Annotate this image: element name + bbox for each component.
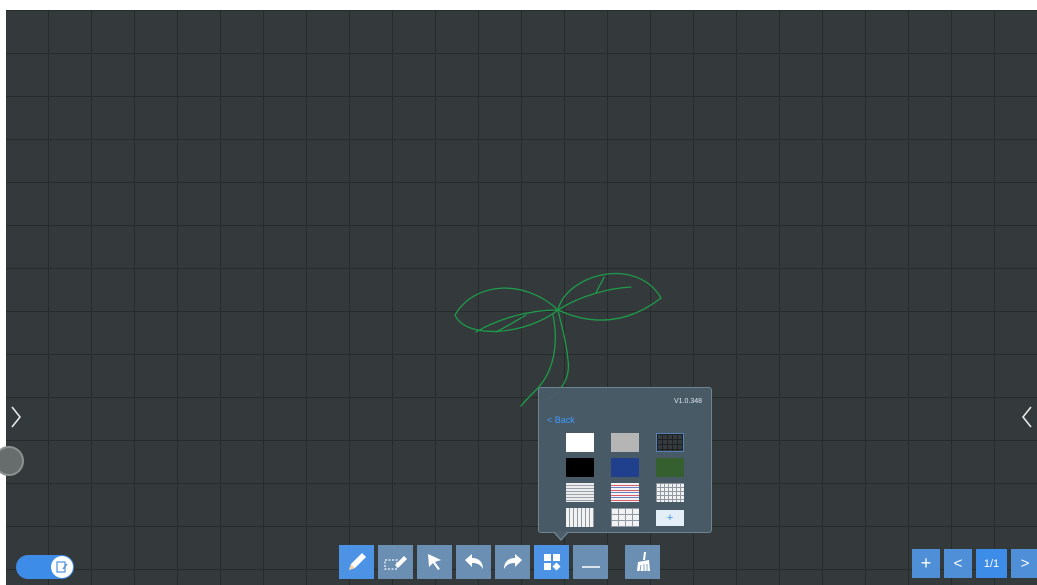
- previous-page-button[interactable]: <: [944, 549, 972, 578]
- line-tool-button[interactable]: [573, 545, 608, 579]
- next-page-button[interactable]: >: [1011, 549, 1037, 578]
- background-navy-swatch[interactable]: [611, 458, 639, 477]
- expand-left-chevron-icon[interactable]: [9, 404, 23, 430]
- background-white-swatch[interactable]: [566, 433, 594, 452]
- version-label: V1.0.348: [673, 398, 702, 405]
- pen-tool-button[interactable]: [339, 545, 374, 579]
- background-black-swatch[interactable]: [566, 458, 594, 477]
- mode-toggle-switch[interactable]: [16, 555, 74, 579]
- background-green-swatch[interactable]: [656, 458, 684, 477]
- clear-board-button[interactable]: [625, 545, 660, 579]
- page-navigation: + < 1/1 >: [912, 549, 1037, 578]
- redo-icon: [503, 554, 522, 569]
- undo-icon: [464, 554, 483, 569]
- redo-button[interactable]: [495, 545, 530, 579]
- bottom-toolbar: [339, 545, 660, 579]
- eraser-icon: [383, 556, 407, 570]
- background-large-grid-swatch[interactable]: [611, 508, 639, 527]
- line-icon: [581, 566, 600, 568]
- whiteboard-canvas[interactable]: V1.0.348 < Back + + < 1/1 >: [0, 10, 1037, 585]
- select-tool-button[interactable]: [417, 545, 452, 579]
- background-red-blue-lines-swatch[interactable]: [611, 483, 639, 502]
- add-page-button[interactable]: +: [912, 549, 940, 578]
- expand-right-chevron-icon[interactable]: [1020, 404, 1034, 430]
- background-picker-popup: V1.0.348 < Back +: [538, 387, 712, 541]
- page-indicator: 1/1: [976, 549, 1007, 578]
- popup-pointer-fill: [554, 531, 568, 539]
- background-dark-grid-swatch[interactable]: [656, 433, 684, 452]
- grid-icon: [543, 554, 560, 571]
- pencil-icon: [348, 553, 366, 570]
- document-edit-icon: [56, 561, 68, 573]
- background-small-grid-swatch[interactable]: [656, 483, 684, 502]
- background-vertical-lines-swatch[interactable]: [566, 508, 594, 527]
- background-horizontal-lines-swatch[interactable]: [566, 483, 594, 502]
- toggle-knob: [51, 556, 73, 578]
- broom-icon: [636, 552, 650, 572]
- background-tool-button[interactable]: [534, 545, 569, 579]
- eraser-tool-button[interactable]: [378, 545, 413, 579]
- background-gray-swatch[interactable]: [611, 433, 639, 452]
- arrow-pointer-icon: [427, 554, 441, 570]
- undo-button[interactable]: [456, 545, 491, 579]
- add-custom-background-button[interactable]: +: [656, 510, 684, 526]
- sprout-sketch: [454, 272, 662, 407]
- back-button[interactable]: < Back: [547, 415, 575, 425]
